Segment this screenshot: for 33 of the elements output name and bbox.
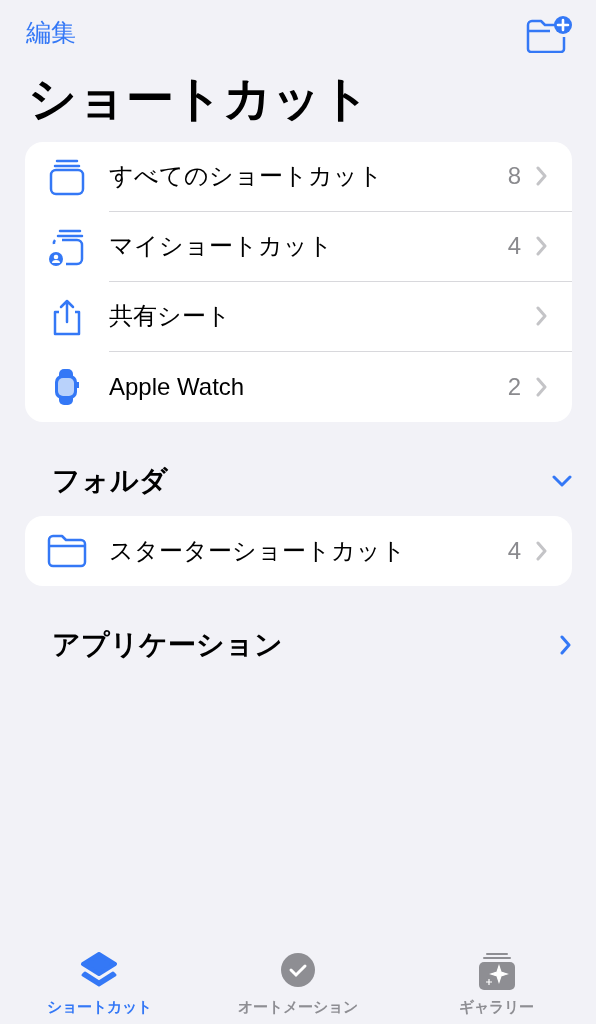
page-title: ショートカット [28,71,371,127]
section-title: フォルダ [52,463,168,498]
count-label: 8 [507,161,521,192]
watch-icon [53,367,81,406]
folder-icon [47,533,87,568]
stack-icon [49,157,85,196]
tab-item[interactable]: ショートカット [0,942,199,1024]
row-label: 共有シート [109,301,232,332]
folder-plus-icon [526,14,572,53]
chevron-right-icon [535,236,548,257]
chevron-right-icon [535,540,548,561]
list-row[interactable]: すべてのショートカット 8 [25,141,572,212]
section-header[interactable]: アプリケーション [52,623,572,666]
chevron-right-icon [535,166,548,187]
row-label: マイショートカット [109,231,334,262]
chevron-right-icon [535,306,548,327]
row-label: スターターショートカット [109,535,407,566]
section-title: アプリケーション [52,627,283,662]
section-header[interactable]: フォルダ [52,459,572,502]
user-stack-icon [48,227,86,266]
count-label: 4 [507,535,521,566]
list-row[interactable]: Apple Watch 2 [25,351,572,422]
list-row[interactable]: 共有シート [25,281,572,352]
sparkle-stack-icon [476,952,517,992]
new-folder-button[interactable] [526,13,572,53]
count-label: 2 [507,371,521,402]
row-label: Apple Watch [109,371,246,402]
edit-button[interactable]: 編集 [26,14,76,52]
list-row[interactable]: マイショートカット 4 [25,211,572,282]
chevron-right-icon [535,376,548,397]
list-row[interactable]: スターターショートカット 4 [25,515,572,586]
count-label: 4 [507,231,521,262]
row-label: すべてのショートカット [109,161,384,192]
